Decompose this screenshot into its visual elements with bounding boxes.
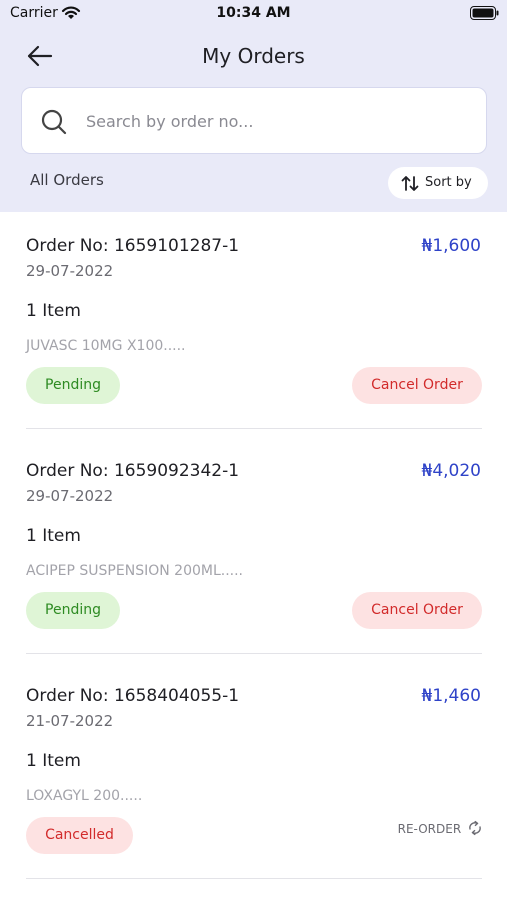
order-date: 29-07-2022 [26, 487, 114, 505]
cancel-order-button[interactable]: Cancel Order [352, 592, 482, 629]
order-item-count: 1 Item [26, 526, 81, 546]
sort-label: Sort by [425, 175, 472, 190]
status-badge: Pending [26, 367, 120, 404]
search-input[interactable] [86, 106, 466, 136]
order-date: 21-07-2022 [26, 712, 114, 730]
sort-button[interactable]: Sort by [388, 167, 488, 199]
clock: 10:34 AM [216, 5, 291, 21]
cancel-order-button[interactable]: Cancel Order [352, 367, 482, 404]
status-bar: Carrier 10:34 AM [0, 0, 507, 28]
order-number: Order No: 1659101287-1 [26, 236, 240, 256]
order-product-name: JUVASC 10MG X100..... [26, 338, 186, 354]
search-box[interactable] [21, 87, 487, 154]
header: Carrier 10:34 AM My Orders All Orders So… [0, 0, 507, 212]
search-icon [41, 109, 67, 135]
battery-icon [470, 6, 499, 20]
status-badge: Cancelled [26, 817, 133, 854]
order-item-count: 1 Item [26, 751, 81, 771]
refresh-icon [469, 820, 481, 836]
order-date: 29-07-2022 [26, 262, 114, 280]
divider [26, 878, 482, 879]
status-badge: Pending [26, 592, 120, 629]
order-product-name: ACIPEP SUSPENSION 200ML..... [26, 563, 244, 579]
sort-arrows-icon [401, 176, 419, 191]
order-number: Order No: 1659092342-1 [26, 461, 240, 481]
order-product-name: LOXAGYL 200..... [26, 788, 143, 804]
all-orders-filter[interactable]: All Orders [30, 171, 104, 189]
order-price: ₦1,600 [421, 236, 481, 256]
reorder-label: RE-ORDER [397, 822, 462, 836]
order-number: Order No: 1658404055-1 [26, 686, 240, 706]
page-title: My Orders [202, 44, 305, 68]
order-price: ₦1,460 [421, 686, 481, 706]
order-price: ₦4,020 [421, 461, 481, 481]
reorder-button[interactable]: RE-ORDER [398, 820, 483, 836]
divider [26, 428, 482, 429]
order-item-count: 1 Item [26, 301, 81, 321]
divider [26, 653, 482, 654]
